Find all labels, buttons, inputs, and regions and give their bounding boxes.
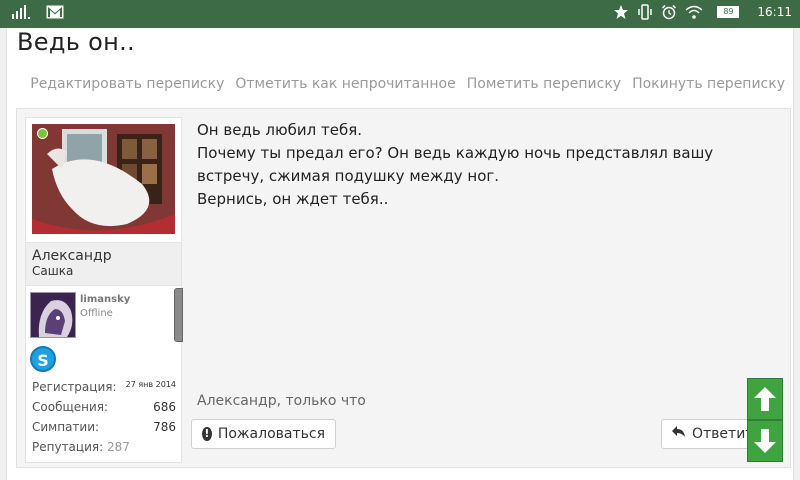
stat-likes: Симпатии: 786 [32, 420, 176, 440]
conversation-page: Ведь он.. Редактировать переписку Отмети… [6, 28, 794, 480]
avatar[interactable] [32, 124, 175, 234]
stat-value: 686 [153, 400, 176, 414]
label-conversation-link[interactable]: Пометить переписку [467, 76, 621, 92]
author-title: Сашка [32, 264, 74, 278]
arrow-down-icon [754, 429, 776, 453]
edit-conversation-link[interactable]: Редактировать переписку [30, 76, 224, 92]
report-button[interactable]: ! Пожаловаться [191, 419, 336, 449]
conversation-actions: Редактировать переписку Отметить как неп… [30, 76, 785, 92]
scroll-buttons [747, 378, 783, 462]
alarm-icon [661, 4, 677, 20]
author-stats: Регистрация: 27 янв 2014 Сообщения: 686 … [32, 380, 176, 460]
stat-label-text: Репутация: [32, 440, 104, 454]
stat-reputation: Репутация: 287 [32, 440, 176, 460]
secondary-status: Offline [80, 308, 113, 319]
secondary-username[interactable]: limansky [80, 294, 130, 305]
reply-icon [672, 426, 686, 442]
status-bar-right: 89 16:11 [613, 4, 792, 20]
wifi-icon [685, 5, 703, 19]
stat-value: 27 янв 2014 [125, 380, 176, 389]
leave-conversation-link[interactable]: Покинуть переписку [632, 76, 785, 92]
side-tab-handle[interactable] [174, 288, 183, 342]
secondary-avatar[interactable] [30, 292, 76, 338]
star-icon [613, 4, 629, 20]
stat-messages: Сообщения: 686 [32, 400, 176, 420]
stat-value: 786 [153, 420, 176, 434]
stat-label: Симпатии: [32, 420, 100, 434]
skype-icon[interactable]: S [30, 346, 56, 372]
scroll-down-button[interactable] [747, 420, 783, 462]
stat-label: Репутация: 287 [32, 440, 130, 454]
scroll-up-button[interactable] [747, 378, 783, 420]
stat-registration: Регистрация: 27 янв 2014 [32, 380, 176, 400]
mark-unread-link[interactable]: Отметить как непрочитанное [235, 76, 455, 92]
message-line: Он ведь любил тебя. [197, 121, 363, 139]
message-line: Вернись, он ждет тебя.. [197, 190, 389, 208]
online-indicator [37, 128, 48, 139]
page-title: Ведь он.. [17, 28, 135, 56]
author-namebox: Александр Сашка [26, 242, 181, 286]
signal-icon [12, 5, 30, 19]
arrow-up-icon [754, 387, 776, 411]
gmail-icon [46, 5, 64, 19]
message: Александр Сашка limansky Offline S Регис… [16, 108, 791, 468]
vibrate-icon [637, 4, 653, 20]
stat-value: 287 [106, 440, 130, 454]
author-name[interactable]: Александр [32, 248, 175, 264]
author-block: Александр Сашка limansky Offline S Регис… [25, 117, 183, 463]
warning-icon: ! [202, 427, 212, 441]
message-body: Он ведь любил тебя. Почему ты предал его… [197, 119, 757, 211]
message-meta[interactable]: Александр, только что [197, 393, 366, 409]
report-button-label: Пожаловаться [217, 426, 325, 442]
stat-label: Регистрация: [32, 380, 117, 394]
clock-time: 16:11 [757, 5, 792, 19]
battery-icon: 89 [717, 6, 740, 18]
status-bar: 89 16:11 [0, 0, 800, 28]
message-line: Почему ты предал его? Он ведь каждую ноч… [197, 144, 714, 185]
status-bar-left [12, 5, 64, 19]
stat-label: Сообщения: [32, 400, 109, 414]
